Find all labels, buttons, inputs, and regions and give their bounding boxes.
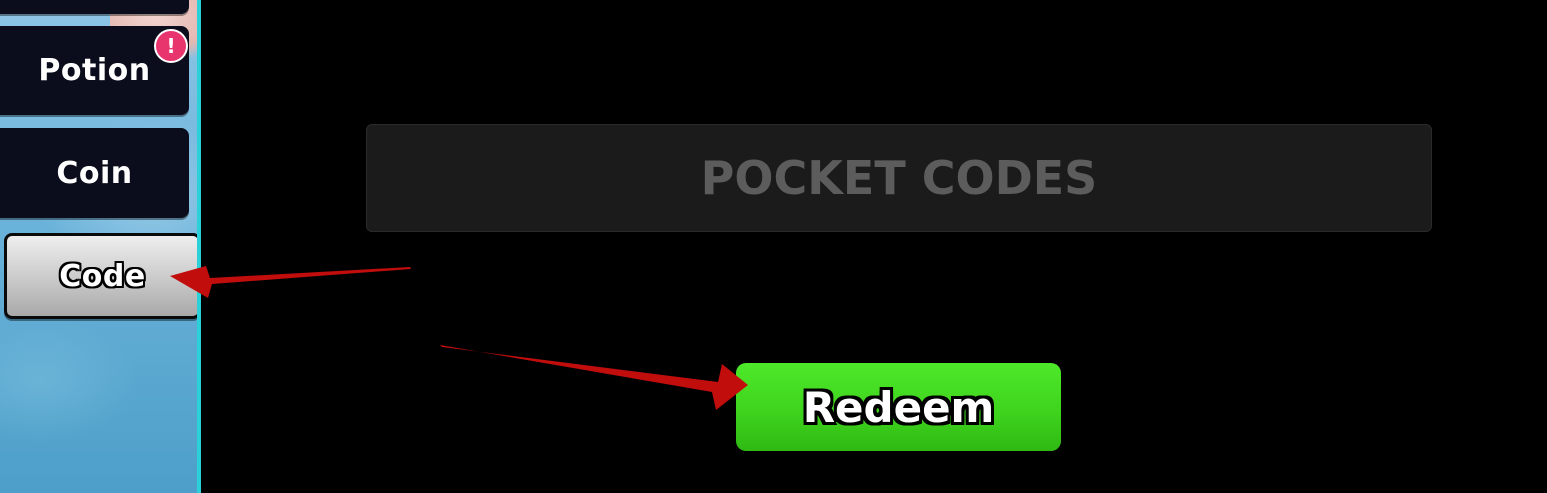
sidebar-tab-code[interactable]: Code: [4, 233, 199, 319]
sidebar-divider: [197, 0, 201, 493]
exclamation-icon: !: [166, 34, 176, 58]
redeem-button-label: Redeem: [802, 382, 995, 432]
sidebar-tab-coin[interactable]: Coin: [0, 128, 189, 218]
sidebar-tab-label: Code: [59, 258, 146, 294]
sidebar: Potion Coin Code: [0, 0, 199, 493]
sidebar-tab-label: Coin: [56, 155, 133, 191]
redeem-button[interactable]: Redeem: [736, 363, 1061, 451]
alert-badge-icon: !: [154, 29, 188, 63]
sidebar-tab-label: Potion: [38, 53, 151, 88]
code-input[interactable]: [366, 124, 1432, 232]
sidebar-tab-partial[interactable]: [0, 0, 189, 14]
arrow-to-redeem-button-icon: [440, 345, 748, 410]
arrow-to-code-tab-icon: [170, 266, 411, 298]
